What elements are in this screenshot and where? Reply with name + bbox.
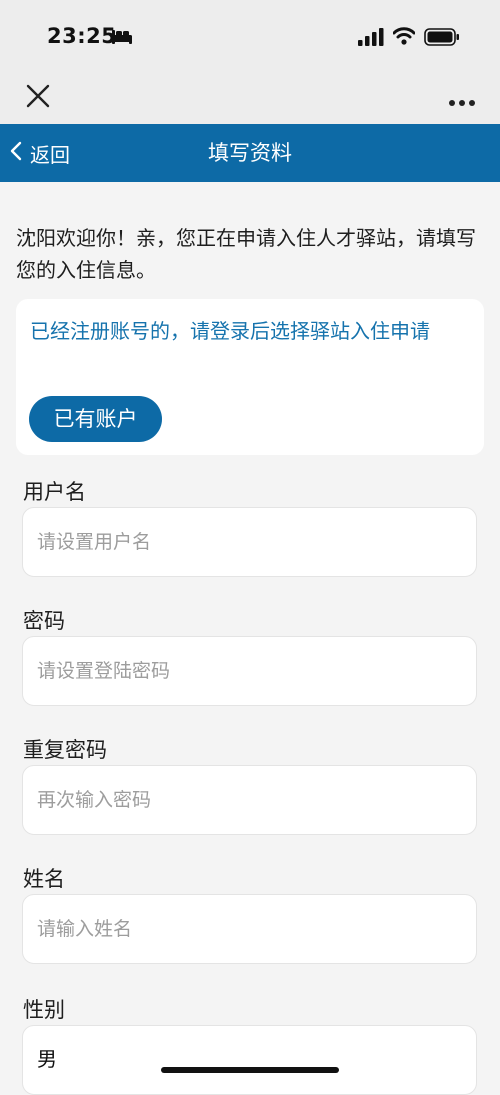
password-label: 密码 bbox=[23, 609, 65, 633]
notice-text: 已经注册账号的，请登录后选择驿站入住申请 bbox=[30, 319, 430, 343]
chevron-left-icon bbox=[10, 141, 22, 165]
back-button[interactable]: 返回 bbox=[10, 124, 70, 182]
gender-label: 性别 bbox=[23, 998, 65, 1022]
existing-account-button[interactable]: 已有账户 bbox=[29, 396, 162, 442]
name-input[interactable] bbox=[22, 894, 477, 964]
login-notice-card: 已经注册账号的，请登录后选择驿站入住申请 已有账户 bbox=[16, 299, 484, 455]
name-label: 姓名 bbox=[23, 867, 65, 891]
confirm-password-label: 重复密码 bbox=[23, 738, 107, 762]
home-indicator bbox=[161, 1067, 339, 1073]
confirm-password-input[interactable] bbox=[22, 765, 477, 835]
username-input[interactable] bbox=[22, 507, 477, 577]
gender-select[interactable]: 男 bbox=[22, 1025, 477, 1095]
status-bar: 23:25 bbox=[0, 0, 500, 66]
signal-icon bbox=[358, 28, 384, 50]
close-icon[interactable] bbox=[26, 84, 50, 112]
more-icon[interactable] bbox=[448, 92, 476, 111]
status-time: 23:25 bbox=[47, 24, 117, 48]
mini-program-bar bbox=[0, 66, 500, 124]
password-input[interactable] bbox=[22, 636, 477, 706]
intro-text: 沈阳欢迎你！亲，您正在申请入住人才驿站，请填写您的入住信息。 bbox=[16, 226, 476, 282]
back-label: 返回 bbox=[30, 142, 70, 167]
wifi-icon bbox=[392, 26, 416, 50]
nav-bar: 填写资料 返回 bbox=[0, 124, 500, 182]
username-label: 用户名 bbox=[23, 480, 86, 504]
bed-icon bbox=[111, 29, 133, 49]
gender-value: 男 bbox=[37, 1047, 57, 1071]
page-title: 填写资料 bbox=[208, 141, 292, 165]
battery-icon bbox=[424, 28, 460, 50]
